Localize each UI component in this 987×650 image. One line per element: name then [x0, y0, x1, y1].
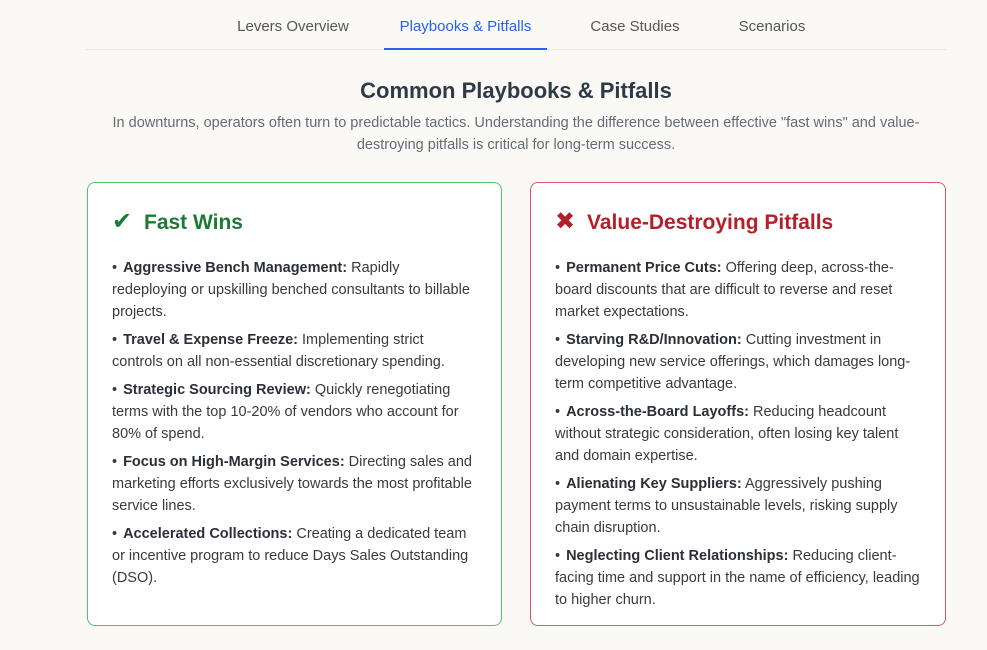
- list-item: • Accelerated Collections: Creating a ded…: [112, 526, 469, 586]
- check-icon: ✔: [112, 208, 133, 235]
- section-subtitle: In downturns, operators often turn to pr…: [112, 115, 920, 153]
- tab-case-studies[interactable]: Case Studies: [573, 0, 697, 49]
- pitfalls-heading: ✖ Value-Destroying Pitfalls: [555, 205, 922, 239]
- fast-wins-list: • Aggressive Bench Management: Rapidly re…: [112, 257, 478, 589]
- list-item: • Strategic Sourcing Review: Quickly rene…: [112, 382, 459, 442]
- list-item: • Alienating Key Suppliers: Aggressively …: [555, 476, 898, 536]
- list-item: • Travel & Expense Freeze: Implementing s…: [112, 332, 445, 370]
- pitfalls-card: ✖ Value-Destroying Pitfalls • Permanent Pr…: [530, 182, 946, 626]
- fast-wins-heading: ✔ Fast Wins: [112, 205, 478, 239]
- list-item: • Focus on High-Margin Services: Directin…: [112, 454, 472, 514]
- tab-scenarios[interactable]: Scenarios: [726, 0, 818, 49]
- section-title: Common Playbooks & Pitfalls: [360, 78, 672, 103]
- pitfalls-list: • Permanent Price Cuts: Offering deep, ac…: [555, 257, 922, 611]
- tab-bar: Levers Overview Playbooks & Pitfalls Cas…: [86, 0, 946, 50]
- fast-wins-card: ✔ Fast Wins • Aggressive Bench Management:…: [87, 182, 502, 626]
- pitfalls-title: Value-Destroying Pitfalls: [587, 211, 834, 234]
- list-item: • Aggressive Bench Management: Rapidly re…: [112, 260, 470, 320]
- list-item: • Across-the-Board Layoffs: Reducing head…: [555, 404, 899, 464]
- list-item: • Neglecting Client Relationships: Reduci…: [555, 548, 920, 608]
- list-item: • Starving R&D/Innovation: Cutting invest…: [555, 332, 911, 392]
- tab-levers-overview[interactable]: Levers Overview: [214, 0, 372, 49]
- fast-wins-title: Fast Wins: [144, 211, 243, 234]
- tab-playbooks-pitfalls[interactable]: Playbooks & Pitfalls: [384, 0, 547, 50]
- list-item: • Permanent Price Cuts: Offering deep, ac…: [555, 260, 894, 320]
- x-icon: ✖: [555, 208, 576, 235]
